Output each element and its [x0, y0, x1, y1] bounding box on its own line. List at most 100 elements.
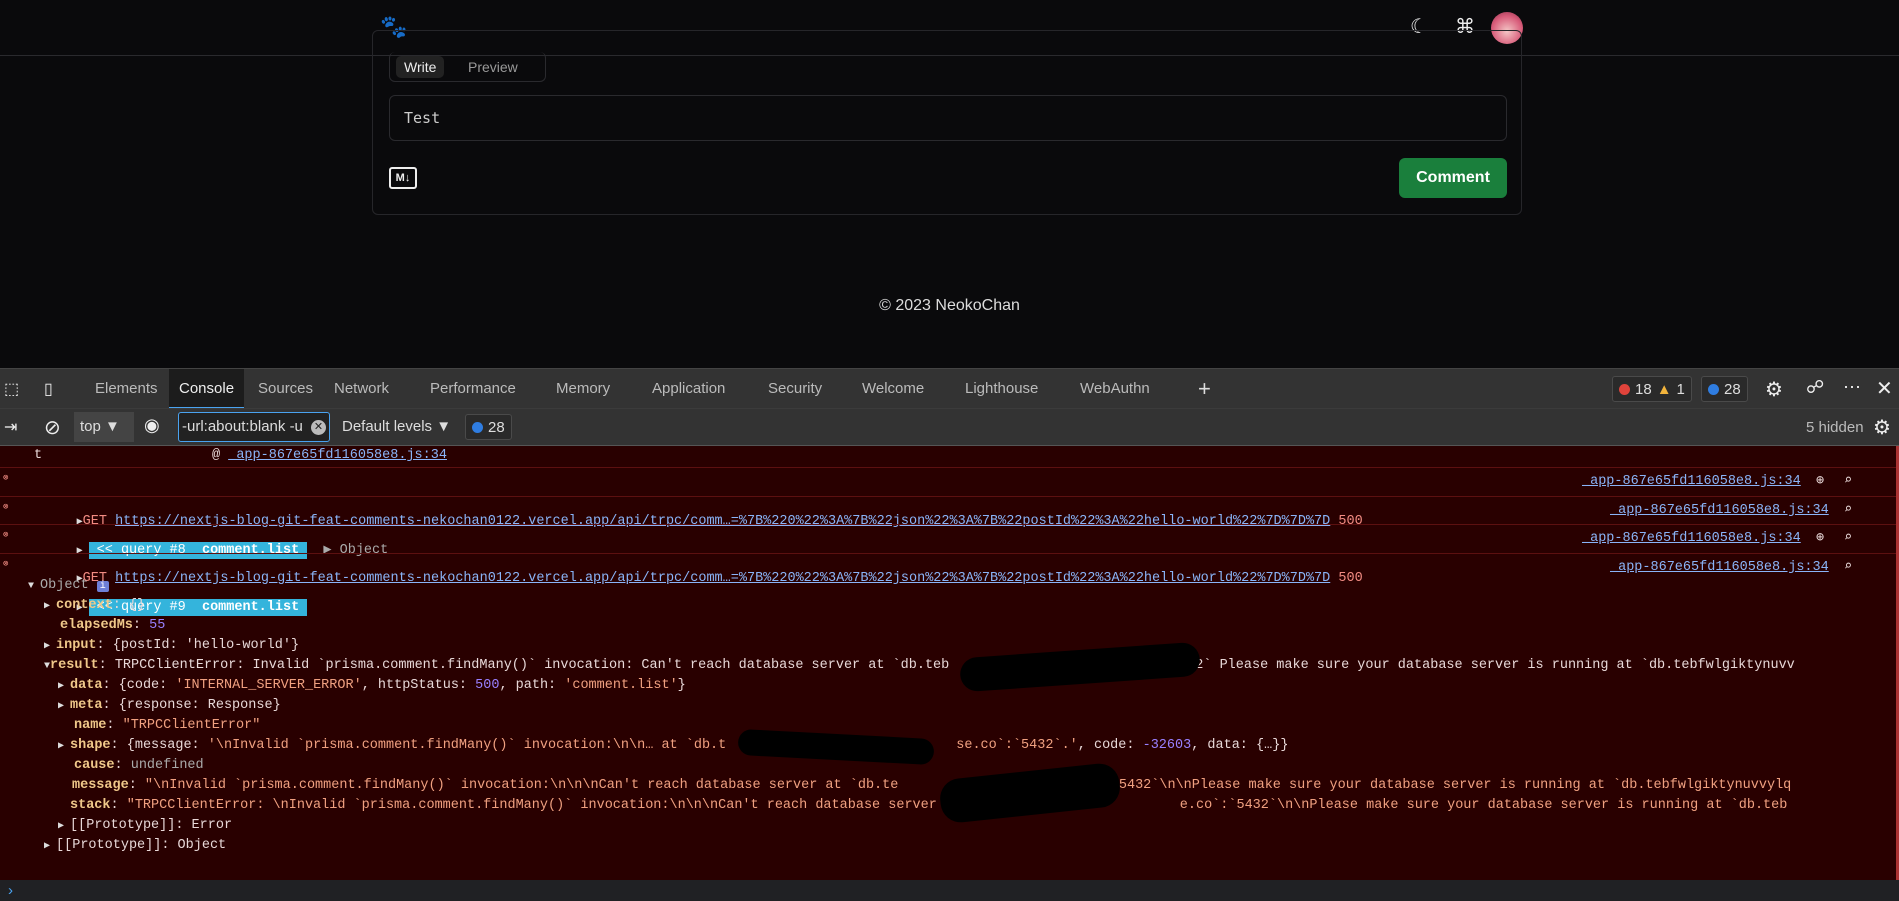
tab-network[interactable]: Network	[324, 369, 399, 409]
markdown-icon: M↓	[389, 167, 417, 189]
prop-value: TRPCClientError: Invalid `prisma.comment…	[114, 658, 950, 673]
log-levels-select[interactable]: Default levels ▼	[342, 412, 451, 442]
console-toolbar: ⇥ ⊘ top ▼ ◉ -url:about:blank -u ✕ Defaul…	[0, 408, 1899, 446]
search-icon[interactable]: ⌕	[1844, 501, 1852, 521]
tab-welcome[interactable]: Welcome	[852, 369, 934, 409]
source-link[interactable]: _app-867e65fd116058e8.js:34	[228, 448, 447, 463]
at-sign: @	[212, 448, 221, 463]
info-count-badge[interactable]: 28	[1701, 376, 1748, 402]
prop-prototype-error[interactable]: ▶ [[Prototype]]: Error	[0, 816, 1896, 836]
warning-icon: ▲	[1656, 380, 1672, 398]
add-tab-button[interactable]: +	[1188, 369, 1221, 409]
comment-textarea[interactable]: Test	[389, 95, 1507, 141]
tab-performance[interactable]: Performance	[420, 369, 526, 409]
context-select[interactable]: top ▼	[74, 412, 134, 442]
source-link[interactable]: _app-867e65fd116058e8.js:34	[1610, 558, 1829, 578]
object-label: Object	[40, 578, 89, 593]
context-value: top	[80, 418, 101, 435]
v: , code:	[1077, 738, 1143, 753]
search-icon[interactable]: ⌕	[1844, 529, 1852, 549]
tab-sources[interactable]: Sources	[248, 369, 323, 409]
footer-copyright: © 2023 NeokoChan	[879, 297, 1020, 314]
prop-prototype-object[interactable]: ▶ [[Prototype]]: Object	[0, 836, 1896, 856]
prop-value: [[Prototype]]: Error	[70, 818, 233, 833]
sidebar-toggle-icon[interactable]: ⇥	[4, 417, 17, 437]
v: 'INTERNAL_SERVER_ERROR'	[175, 678, 362, 693]
prop-shape[interactable]: ▶ shape: {message: '\nInvalid `prisma.co…	[0, 736, 1896, 756]
tab-lighthouse[interactable]: Lighthouse	[955, 369, 1048, 409]
prop-value: "TRPCClientError"	[122, 718, 261, 733]
inspect-icon[interactable]: ⬚	[4, 379, 19, 399]
v: , data: {…}}	[1191, 738, 1289, 753]
prop-name: name: "TRPCClientError"	[74, 718, 261, 733]
prop-cause: cause: undefined	[74, 758, 204, 773]
tab-console[interactable]: Console	[169, 369, 245, 409]
v: se.co`:`5432`.'	[956, 738, 1078, 753]
prop-key: stack	[70, 798, 111, 813]
error-icon: ⊗	[3, 502, 9, 512]
clear-console-icon[interactable]: ⊘	[44, 415, 61, 440]
tab-write[interactable]: Write	[396, 56, 445, 78]
v: }	[677, 678, 686, 693]
settings-icon[interactable]: ⚙	[1765, 377, 1783, 402]
tab-security[interactable]: Security	[758, 369, 832, 409]
clear-filter-icon[interactable]: ✕	[311, 420, 326, 435]
levels-value: Default levels	[342, 418, 433, 435]
prop-value: 55	[149, 618, 166, 633]
prop-key: result	[50, 658, 99, 673]
tab-webauthn[interactable]: WebAuthn	[1070, 369, 1160, 409]
source-link[interactable]: _app-867e65fd116058e8.js:34	[1582, 529, 1801, 549]
network-icon[interactable]: ⊕	[1816, 472, 1824, 492]
prop-context[interactable]: ▶ context: {}	[0, 596, 1896, 616]
source-link[interactable]: _app-867e65fd116058e8.js:34	[1582, 472, 1801, 492]
object-root[interactable]: ▼ Object i	[0, 576, 1896, 596]
info-icon: i	[96, 581, 109, 592]
tab-preview[interactable]: Preview	[468, 56, 518, 78]
warning-count: 1	[1676, 380, 1685, 398]
console-output: t @ _app-867e65fd116058e8.js:34 ⊗ ▶GET h…	[0, 446, 1899, 880]
network-icon[interactable]: ⊕	[1816, 529, 1824, 549]
search-icon[interactable]: ⌕	[1844, 558, 1852, 578]
tab-application[interactable]: Application	[642, 369, 735, 409]
prop-key: elapsedMs	[60, 618, 133, 633]
error-icon	[1619, 383, 1630, 395]
prop-meta[interactable]: ▶ meta: {response: Response}	[0, 696, 1896, 716]
source-link[interactable]: _app-867e65fd116058e8.js:34	[1610, 501, 1829, 521]
frame-name: t	[34, 448, 43, 463]
v: '\nInvalid `prisma.comment.findMany()` i…	[207, 738, 727, 753]
device-toggle-icon[interactable]: ▯	[44, 379, 53, 399]
toolbar-info-badge[interactable]: 28	[465, 414, 512, 440]
v: , httpStatus:	[361, 678, 476, 693]
console-error-query-8: ⊗ ▶ << query #8 comment.list ▶ Object _a…	[0, 496, 1896, 559]
v: -32603	[1142, 738, 1192, 753]
live-expression-eye-icon[interactable]: ◉	[144, 415, 160, 436]
comment-button[interactable]: Comment	[1399, 158, 1507, 198]
tab-elements[interactable]: Elements	[85, 369, 168, 409]
prop-key: cause	[74, 758, 115, 773]
close-icon[interactable]: ✕	[1876, 376, 1893, 401]
console-error-get-1: ⊗ ▶GET https://nextjs-blog-git-feat-comm…	[0, 467, 1896, 529]
v: , path:	[499, 678, 565, 693]
prop-data[interactable]: ▶ data: {code: 'INTERNAL_SERVER_ERROR', …	[0, 676, 1896, 696]
console-error-get-2: ⊗ ▶GET https://nextjs-blog-git-feat-comm…	[0, 524, 1896, 586]
prop-key: data	[70, 678, 103, 693]
message-icon	[472, 421, 483, 433]
console-settings-icon[interactable]: ⚙	[1873, 415, 1891, 440]
v: 500	[475, 678, 500, 693]
prop-key: context	[56, 598, 113, 613]
tab-memory[interactable]: Memory	[546, 369, 620, 409]
search-icon[interactable]: ⌕	[1844, 472, 1852, 492]
v: {code:	[118, 678, 176, 693]
prop-result[interactable]: ▼result: TRPCClientError: Invalid `prism…	[0, 656, 1896, 676]
more-icon[interactable]: ⋯	[1843, 377, 1861, 398]
filter-input[interactable]: -url:about:blank -u	[178, 412, 330, 442]
prop-key: input	[56, 638, 97, 653]
console-prompt-input[interactable]: ›	[0, 880, 1899, 901]
feedback-icon[interactable]: ☍	[1806, 377, 1824, 398]
issue-counts[interactable]: 18 ▲ 1	[1612, 376, 1692, 402]
prop-key: meta	[70, 698, 103, 713]
prop-elapsed: elapsedMs: 55	[60, 618, 166, 633]
error-count: 18	[1635, 380, 1652, 398]
v: {message:	[126, 738, 208, 753]
prop-input[interactable]: ▶ input: {postId: 'hello-world'}	[0, 636, 1896, 656]
